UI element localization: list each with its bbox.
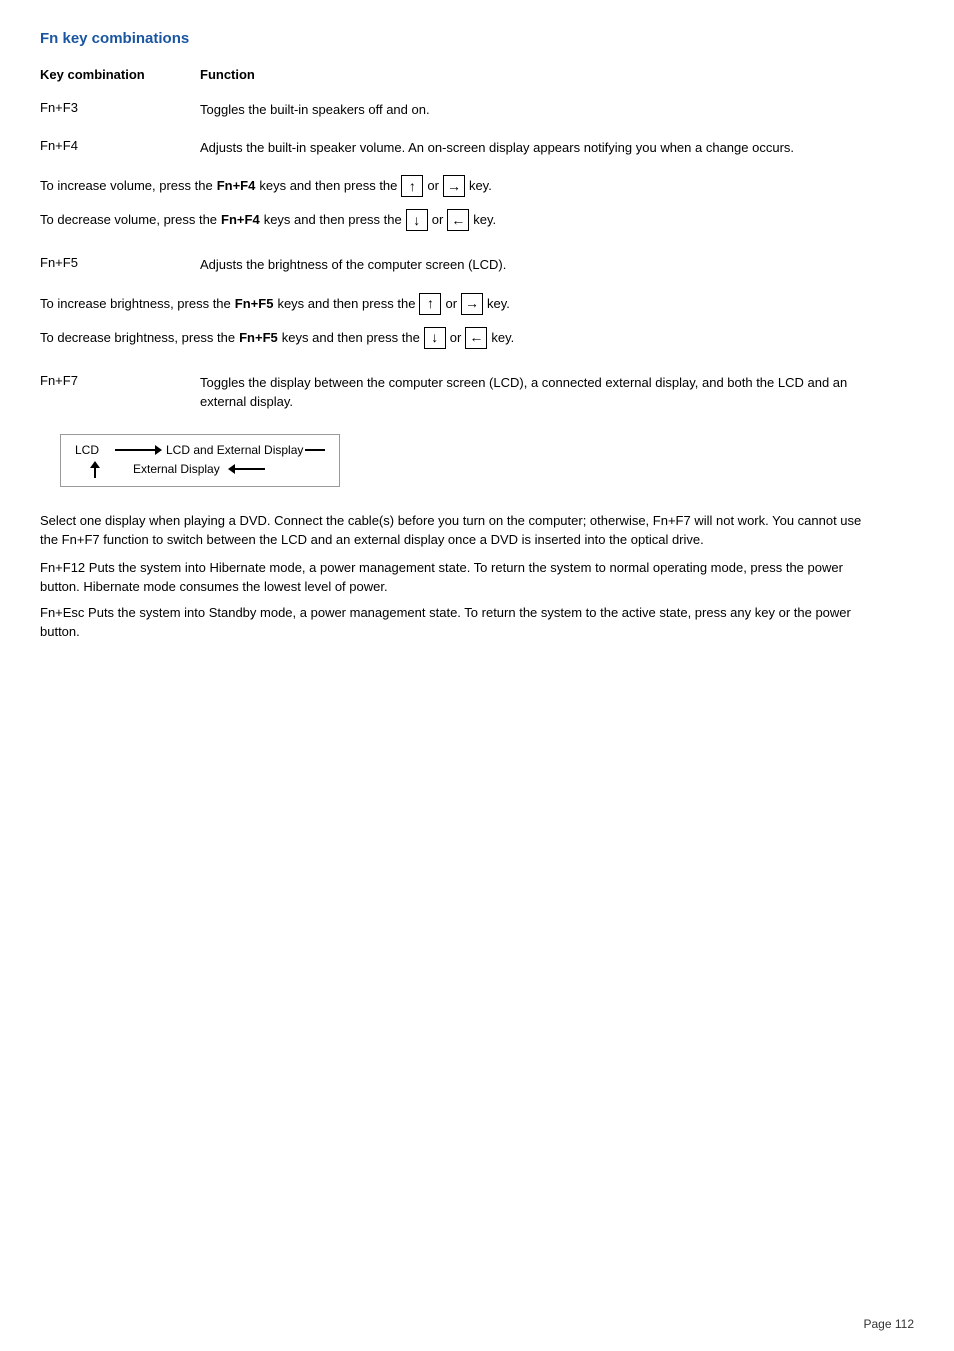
key-combination-header: Key combination xyxy=(40,67,200,82)
or-text-2: or xyxy=(432,210,444,230)
fn-f7-key: Fn+F7 xyxy=(40,373,200,388)
increase-volume-text1: To increase volume, press the xyxy=(40,176,213,196)
fn-f3-key: Fn+F3 xyxy=(40,100,200,115)
page-number: Page 112 xyxy=(864,1317,915,1331)
fn-f3-entry: Fn+F3 Toggles the built-in speakers off … xyxy=(40,100,880,120)
arrow-left-icon-2: ← xyxy=(465,327,487,349)
arrow-down-icon-1: ↓ xyxy=(406,209,428,231)
increase-brightness-text1: To increase brightness, press the xyxy=(40,294,231,314)
diagram-lcd-external-label: LCD and External Display xyxy=(166,443,303,457)
increase-volume-text2: keys and then press the xyxy=(259,176,397,196)
arrow-right-icon-2: → xyxy=(461,293,483,315)
key-text-1: key. xyxy=(469,176,492,196)
or-text-4: or xyxy=(450,328,462,348)
decrease-brightness-line: To decrease brightness, press the Fn+F5 … xyxy=(40,327,880,349)
diagram-external-label: External Display xyxy=(133,462,220,476)
fn-f4-bold-1: Fn+F4 xyxy=(217,176,256,196)
arrow-up-icon-2: ↑ xyxy=(419,293,441,315)
or-text-3: or xyxy=(445,294,457,314)
fn-f5-bold-2: Fn+F5 xyxy=(239,328,278,348)
decrease-volume-text2: keys and then press the xyxy=(264,210,402,230)
fn-f3-desc: Toggles the built-in speakers off and on… xyxy=(200,100,880,120)
fn-f5-bold-1: Fn+F5 xyxy=(235,294,274,314)
fn-esc-entry: Fn+Esc Puts the system into Standby mode… xyxy=(40,603,880,642)
arrow-up-icon: ↑ xyxy=(401,175,423,197)
key-text-4: key. xyxy=(491,328,514,348)
fn-f7-entry: Fn+F7 Toggles the display between the co… xyxy=(40,373,880,412)
increase-brightness-line: To increase brightness, press the Fn+F5 … xyxy=(40,293,880,315)
fn-f4-desc: Adjusts the built-in speaker volume. An … xyxy=(200,138,880,158)
fn-f12-entry: Fn+F12 Puts the system into Hibernate mo… xyxy=(40,558,880,597)
fn-f7-desc: Toggles the display between the computer… xyxy=(200,373,880,412)
fn-f4-bold-2: Fn+F4 xyxy=(221,210,260,230)
dvd-paragraph: Select one display when playing a DVD. C… xyxy=(40,511,880,550)
function-header: Function xyxy=(200,67,255,82)
fn-f4-key: Fn+F4 xyxy=(40,138,200,153)
decrease-brightness-text1: To decrease brightness, press the xyxy=(40,328,235,348)
fn-f5-entry: Fn+F5 Adjusts the brightness of the comp… xyxy=(40,255,880,275)
key-text-3: key. xyxy=(487,294,510,314)
or-text-1: or xyxy=(427,176,439,196)
fn-f5-desc: Adjusts the brightness of the computer s… xyxy=(200,255,880,275)
display-diagram: LCD LCD and External Display External Di… xyxy=(60,434,340,487)
diagram-lcd-label: LCD xyxy=(75,443,115,457)
arrow-right-icon: → xyxy=(443,175,465,197)
arrow-left-icon-1: ← xyxy=(447,209,469,231)
page-title: Fn key combinations xyxy=(40,30,880,47)
fn-f4-entry: Fn+F4 Adjusts the built-in speaker volum… xyxy=(40,138,880,158)
decrease-brightness-text2: keys and then press the xyxy=(282,328,420,348)
increase-brightness-text2: keys and then press the xyxy=(277,294,415,314)
increase-volume-line: To increase volume, press the Fn+F4 keys… xyxy=(40,175,880,197)
arrow-down-icon-2: ↓ xyxy=(424,327,446,349)
fn-f5-key: Fn+F5 xyxy=(40,255,200,270)
decrease-volume-line: To decrease volume, press the Fn+F4 keys… xyxy=(40,209,880,231)
key-text-2: key. xyxy=(473,210,496,230)
table-header: Key combination Function xyxy=(40,67,880,82)
decrease-volume-text1: To decrease volume, press the xyxy=(40,210,217,230)
